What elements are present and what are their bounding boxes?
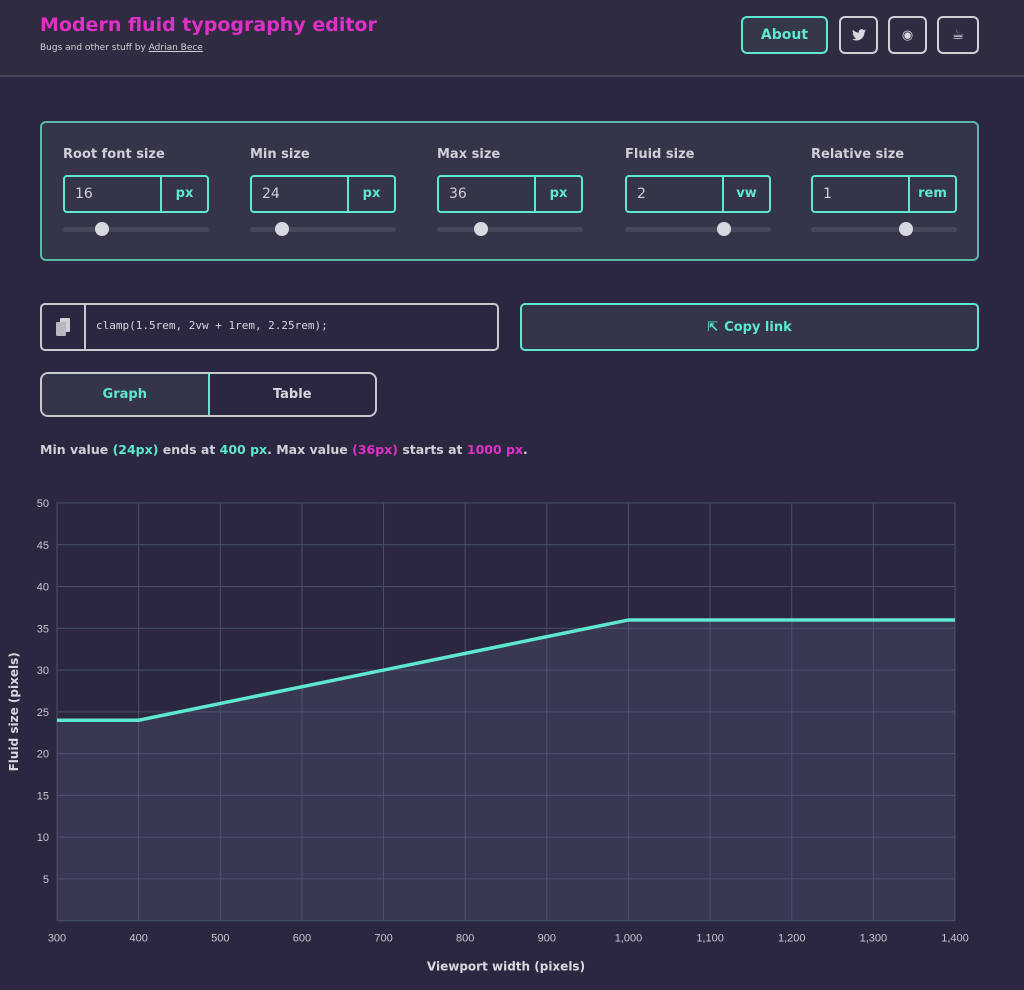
twitter-button[interactable] bbox=[839, 16, 878, 54]
range-info: Min value (24px) ends at 400 px. Max val… bbox=[40, 442, 528, 457]
control-label: Min size bbox=[250, 147, 310, 162]
x-tick-label: 300 bbox=[48, 933, 66, 945]
control-max-size: Max size 36 px bbox=[437, 147, 583, 236]
github-icon: ◉ bbox=[901, 27, 914, 43]
author-link[interactable]: Adrian Bece bbox=[149, 43, 203, 53]
control-slider[interactable] bbox=[63, 222, 209, 236]
header: Modern fluid typography editor Bugs and … bbox=[0, 0, 1024, 77]
control-label: Root font size bbox=[63, 147, 165, 162]
y-tick-label: 5 bbox=[43, 874, 49, 886]
css-output: clamp(1.5rem, 2vw + 1rem, 2.25rem); bbox=[40, 303, 499, 351]
x-tick-label: 1,100 bbox=[696, 933, 724, 945]
value-input[interactable]: 2 bbox=[627, 177, 724, 211]
value-input[interactable]: 24 bbox=[252, 177, 349, 211]
y-tick-label: 25 bbox=[37, 707, 49, 719]
settings-panel: Root font size 16 px Min size 24 px Max si… bbox=[40, 121, 979, 261]
view-tabs: Graph Table bbox=[40, 372, 377, 417]
x-tick-label: 1,400 bbox=[941, 933, 969, 945]
tab-graph[interactable]: Graph bbox=[42, 374, 210, 415]
x-tick-label: 1,200 bbox=[778, 933, 806, 945]
value-input[interactable]: 16 bbox=[65, 177, 162, 211]
slider-thumb[interactable] bbox=[717, 222, 732, 236]
y-tick-label: 30 bbox=[37, 665, 49, 677]
control-label: Relative size bbox=[811, 147, 905, 162]
copy-icon[interactable] bbox=[42, 305, 86, 349]
twitter-icon bbox=[851, 29, 866, 41]
y-tick-label: 40 bbox=[37, 582, 49, 594]
copy-link-label: Copy link bbox=[724, 319, 792, 335]
control-input[interactable]: 36 px bbox=[437, 175, 583, 213]
tab-table[interactable]: Table bbox=[210, 374, 376, 415]
control-input[interactable]: 16 px bbox=[63, 175, 209, 213]
x-tick-label: 1,300 bbox=[860, 933, 888, 945]
slider-thumb[interactable] bbox=[473, 222, 488, 236]
subtitle: Bugs and other stuff by Adrian Bece bbox=[40, 43, 203, 53]
css-code: clamp(1.5rem, 2vw + 1rem, 2.25rem); bbox=[96, 319, 328, 332]
control-min-size: Min size 24 px bbox=[250, 147, 396, 236]
slider-thumb[interactable] bbox=[95, 222, 110, 236]
unit-label: px bbox=[362, 186, 381, 201]
series-area bbox=[57, 619, 955, 921]
x-tick-label: 900 bbox=[538, 933, 556, 945]
control-slider[interactable] bbox=[437, 222, 583, 236]
about-button[interactable]: About bbox=[741, 16, 828, 54]
y-tick-label: 15 bbox=[37, 790, 49, 802]
value-input[interactable]: 1 bbox=[813, 177, 910, 211]
x-tick-label: 500 bbox=[211, 933, 229, 945]
control-fluid-size: Fluid size 2 vw bbox=[625, 147, 771, 236]
y-tick-label: 50 bbox=[37, 498, 49, 510]
control-root-font-size: Root font size 16 px bbox=[63, 147, 209, 236]
subtitle-text: Bugs and other stuff by bbox=[40, 43, 149, 53]
control-input[interactable]: 1 rem bbox=[811, 175, 957, 213]
share-icon: ⇱ bbox=[707, 319, 719, 335]
y-axis-label: Fluid size (pixels) bbox=[7, 652, 21, 771]
control-label: Fluid size bbox=[625, 147, 695, 162]
control-label: Max size bbox=[437, 147, 501, 162]
unit-label: vw bbox=[736, 186, 757, 201]
unit-label: rem bbox=[918, 186, 947, 201]
slider-thumb[interactable] bbox=[275, 222, 290, 236]
x-tick-label: 400 bbox=[129, 933, 147, 945]
x-tick-label: 600 bbox=[293, 933, 311, 945]
x-tick-label: 800 bbox=[456, 933, 474, 945]
control-relative-size: Relative size 1 rem bbox=[811, 147, 957, 236]
control-input[interactable]: 24 px bbox=[250, 175, 396, 213]
fluid-size-chart: 300 400 500 600 700 800 900 1,000 1,100 1,200 1,30… bbox=[7, 498, 969, 974]
github-button[interactable]: ◉ bbox=[888, 16, 927, 54]
value-input[interactable]: 36 bbox=[439, 177, 536, 211]
y-tick-label: 35 bbox=[37, 623, 49, 635]
y-tick-label: 10 bbox=[37, 832, 49, 844]
slider-thumb[interactable] bbox=[898, 222, 913, 236]
control-input[interactable]: 2 vw bbox=[625, 175, 771, 213]
x-axis-label: Viewport width (pixels) bbox=[427, 960, 585, 974]
y-tick-label: 20 bbox=[37, 749, 49, 761]
coffee-button[interactable]: ☕ bbox=[937, 16, 979, 54]
control-slider[interactable] bbox=[811, 222, 957, 236]
coffee-icon: ☕ bbox=[951, 27, 965, 43]
x-tick-label: 700 bbox=[374, 933, 392, 945]
control-slider[interactable] bbox=[250, 222, 396, 236]
unit-label: px bbox=[549, 186, 568, 201]
unit-label: px bbox=[175, 186, 194, 201]
y-tick-label: 45 bbox=[37, 540, 49, 552]
control-slider[interactable] bbox=[625, 222, 771, 236]
page-title: Modern fluid typography editor bbox=[40, 14, 377, 36]
x-tick-label: 1,000 bbox=[615, 933, 643, 945]
copy-link-button[interactable]: ⇱ Copy link bbox=[520, 303, 979, 351]
